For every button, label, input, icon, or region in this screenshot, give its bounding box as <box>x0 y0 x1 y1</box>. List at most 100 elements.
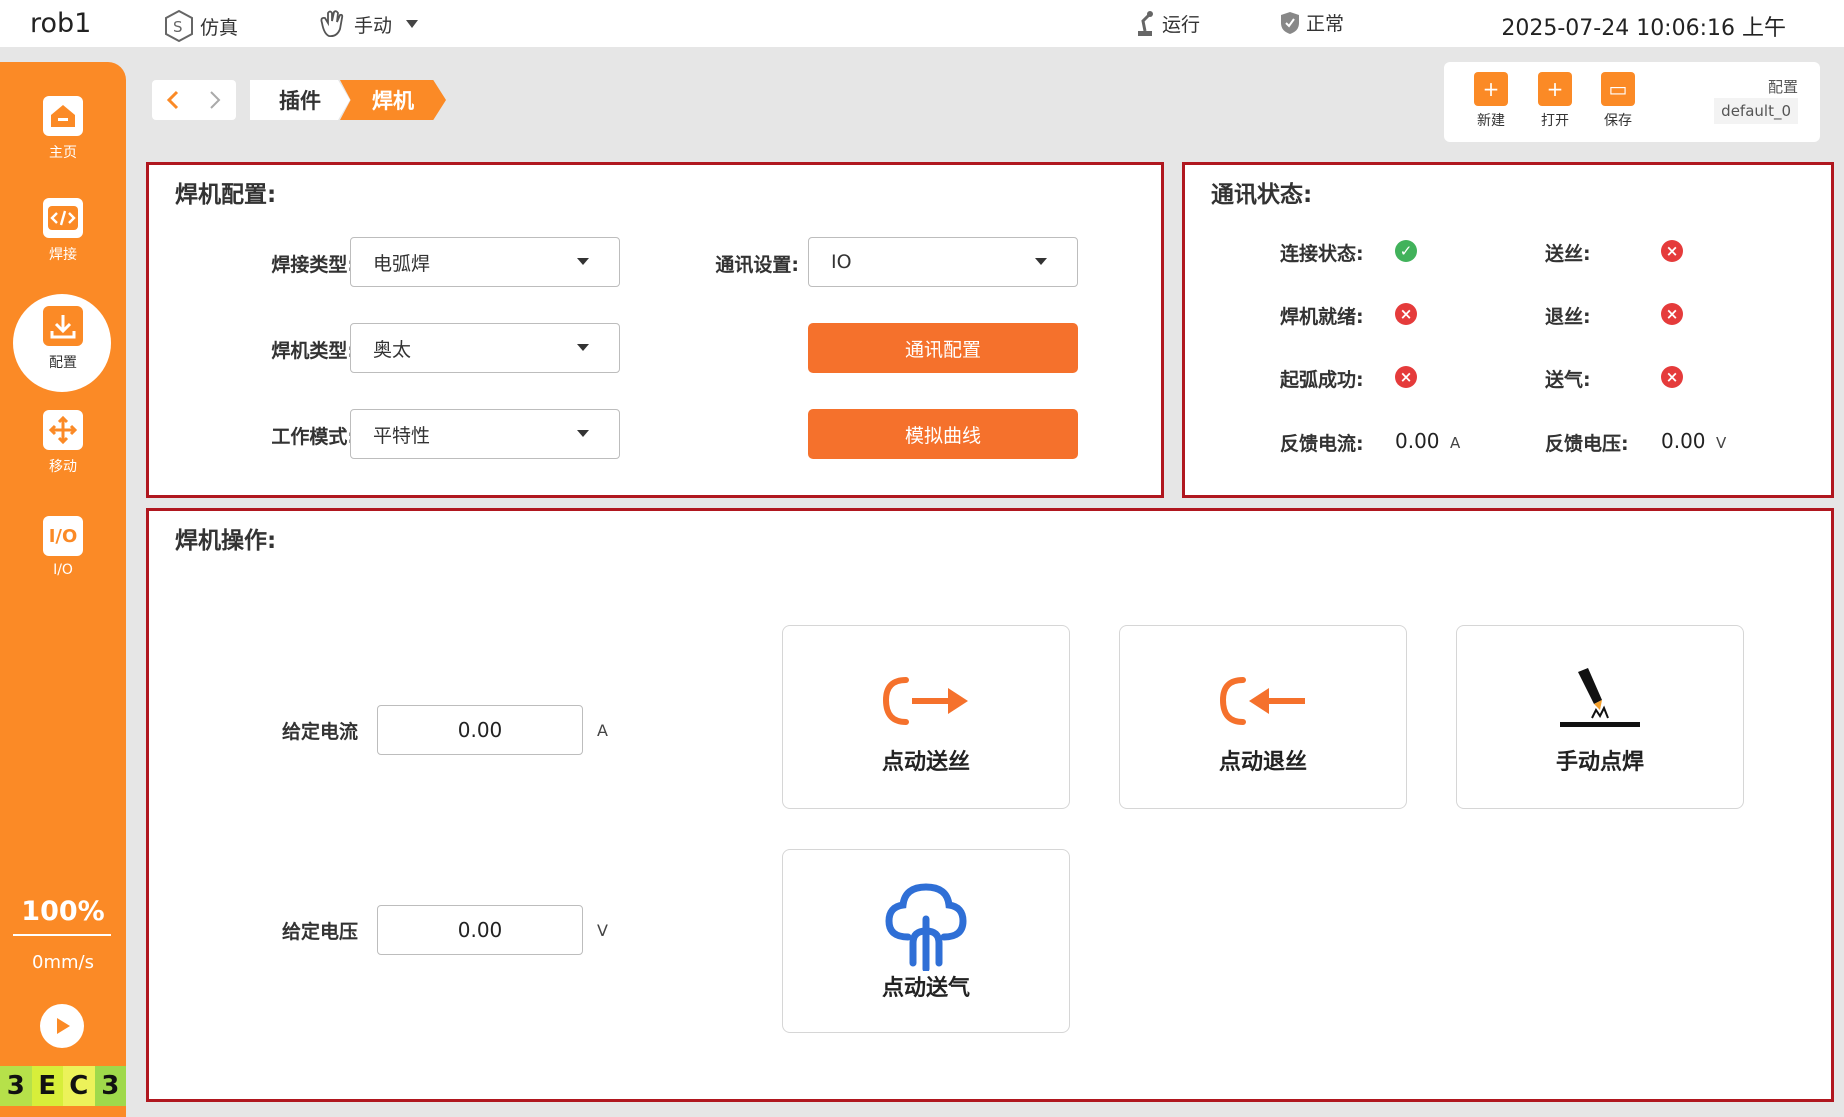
sidebar-item-label: 移动 <box>49 459 77 475</box>
simulation-label: 仿真 <box>200 16 239 39</box>
chevron-down-icon <box>406 20 419 28</box>
panel-title: 通讯状态: <box>1211 182 1313 208</box>
gas-icon <box>881 880 971 971</box>
play-button[interactable] <box>40 1004 84 1048</box>
jog-feed-label: 点动送丝 <box>881 750 970 775</box>
wire-retract-icon <box>1213 666 1313 736</box>
set-current-label: 给定电流 <box>282 721 359 743</box>
chevron-down-icon <box>1035 258 1047 265</box>
play-icon <box>57 1018 70 1034</box>
open-button[interactable]: + 打开 <box>1530 72 1580 130</box>
run-label: 运行 <box>1162 13 1201 36</box>
simulation-icon: S <box>165 9 193 43</box>
config-value[interactable]: default_0 <box>1714 98 1798 124</box>
hand-icon <box>320 10 344 38</box>
save-button[interactable]: ▭ 保存 <box>1593 72 1643 130</box>
wire-retract-label: 退丝: <box>1545 306 1591 328</box>
feedback-voltage-value: 0.00 <box>1661 429 1706 453</box>
sidebar-item-home[interactable]: 主页 <box>0 96 126 186</box>
breadcrumb-plugin[interactable]: 插件 <box>250 80 350 120</box>
sidebar-item-label: 配置 <box>49 355 77 371</box>
speed-divider <box>13 934 111 936</box>
weld-type-select[interactable]: 电弧焊 <box>350 237 620 287</box>
logo-char: C <box>63 1066 95 1106</box>
feedback-current-value: 0.00 <box>1395 429 1440 453</box>
home-icon <box>43 96 83 136</box>
back-button[interactable] <box>152 80 194 120</box>
welder-type-label: 焊机类型: <box>271 340 355 362</box>
io-icon: I/O <box>43 516 83 556</box>
speed-percent[interactable]: 100% <box>0 896 126 927</box>
company-logo: 3 E C 3 <box>0 1066 126 1106</box>
simulation-indicator[interactable]: S 仿真 <box>162 9 238 43</box>
shield-icon <box>1281 11 1299 34</box>
panel-title: 焊机操作: <box>175 528 277 554</box>
wire-feed-label: 送丝: <box>1545 243 1591 265</box>
connect-status-label: 连接状态: <box>1280 243 1364 265</box>
jog-retract-label: 点动退丝 <box>1218 750 1307 775</box>
robot-name[interactable]: rob1 <box>30 8 91 39</box>
manual-spot-weld-label: 手动点焊 <box>1555 750 1644 775</box>
sidebar-item-config[interactable]: 配置 <box>0 306 126 396</box>
sidebar-item-welding[interactable]: 焊接 <box>0 198 126 288</box>
mode-dropdown[interactable]: 手动 <box>316 9 419 39</box>
manual-spot-weld-button[interactable]: 手动点焊 <box>1456 625 1744 809</box>
breadcrumb-welder[interactable]: 焊机 <box>340 80 446 120</box>
error-circle-icon: × <box>1661 366 1683 388</box>
new-button[interactable]: + 新建 <box>1466 72 1516 130</box>
config-icon <box>43 306 83 346</box>
config-label: 配置 <box>1767 78 1798 96</box>
work-mode-select[interactable]: 平特性 <box>350 409 620 459</box>
svg-text:S: S <box>173 18 183 36</box>
system-status: 正常 <box>1278 9 1344 36</box>
jog-gas-button[interactable]: 点动送气 <box>782 849 1070 1033</box>
set-current-input[interactable]: 0.00 <box>377 705 583 755</box>
feedback-current-label: 反馈电流: <box>1280 433 1364 455</box>
status-label: 正常 <box>1306 13 1345 35</box>
feedback-voltage-label: 反馈电压: <box>1545 433 1629 455</box>
jog-feed-button[interactable]: 点动送丝 <box>782 625 1070 809</box>
robot-arm-icon <box>1138 11 1153 36</box>
logo-char: 3 <box>0 1066 32 1106</box>
logo-char: 3 <box>94 1066 126 1106</box>
sidebar: 主页 焊接 配置 移动 I/O I/O 100% 0mm/s <box>0 62 126 1117</box>
save-icon: ▭ <box>1601 72 1635 106</box>
sidebar-item-label: I/O <box>53 562 73 578</box>
save-label: 保存 <box>1604 113 1632 129</box>
work-mode-value: 平特性 <box>373 424 431 447</box>
move-icon <box>43 410 83 450</box>
work-mode-label: 工作模式: <box>271 426 355 448</box>
top-bar: rob1 S 仿真 手动 运行 正常 2025-07-24 10:06:16 上… <box>0 0 1844 47</box>
mode-label: 手动 <box>354 14 393 37</box>
set-voltage-unit: V <box>597 921 608 940</box>
wire-feed-icon <box>876 666 976 736</box>
code-icon <box>43 198 83 238</box>
sidebar-item-io[interactable]: I/O I/O <box>0 516 126 606</box>
run-status: 运行 <box>1132 9 1200 37</box>
set-voltage-input[interactable]: 0.00 <box>377 905 583 955</box>
comm-config-button[interactable]: 通讯配置 <box>808 323 1078 373</box>
folder-icon: + <box>1538 72 1572 106</box>
sidebar-item-move[interactable]: 移动 <box>0 410 126 500</box>
chevron-down-icon <box>577 430 589 437</box>
comm-status-panel: 通讯状态: 连接状态: ✓ 焊机就绪: × 起弧成功: × 反馈电流: 0.00… <box>1182 162 1834 498</box>
welder-ops-panel: 焊机操作: 给定电流 0.00 A 给定电压 0.00 V 点动送丝 点动退丝 <box>146 508 1834 1102</box>
comm-setting-select[interactable]: IO <box>808 237 1078 287</box>
chevron-down-icon <box>577 344 589 351</box>
new-label: 新建 <box>1477 113 1505 129</box>
welder-config-panel: 焊机配置: 焊接类型: 电弧焊 焊机类型: 奥太 工作模式: 平特性 通讯设置:… <box>146 162 1164 498</box>
welder-ready-label: 焊机就绪: <box>1280 306 1364 328</box>
error-circle-icon: × <box>1395 366 1417 388</box>
open-label: 打开 <box>1541 113 1569 129</box>
file-toolbar: + 新建 + 打开 ▭ 保存 配置 default_0 <box>1444 62 1820 142</box>
sidebar-item-label: 焊接 <box>49 247 77 263</box>
sim-curve-button[interactable]: 模拟曲线 <box>808 409 1078 459</box>
jog-retract-button[interactable]: 点动退丝 <box>1119 625 1407 809</box>
error-circle-icon: × <box>1661 240 1683 262</box>
speed-value: 0mm/s <box>32 952 94 973</box>
forward-button[interactable] <box>194 80 236 120</box>
feedback-current-unit: A <box>1450 434 1461 452</box>
comm-setting-value: IO <box>831 251 852 273</box>
welder-type-select[interactable]: 奥太 <box>350 323 620 373</box>
error-circle-icon: × <box>1661 303 1683 325</box>
